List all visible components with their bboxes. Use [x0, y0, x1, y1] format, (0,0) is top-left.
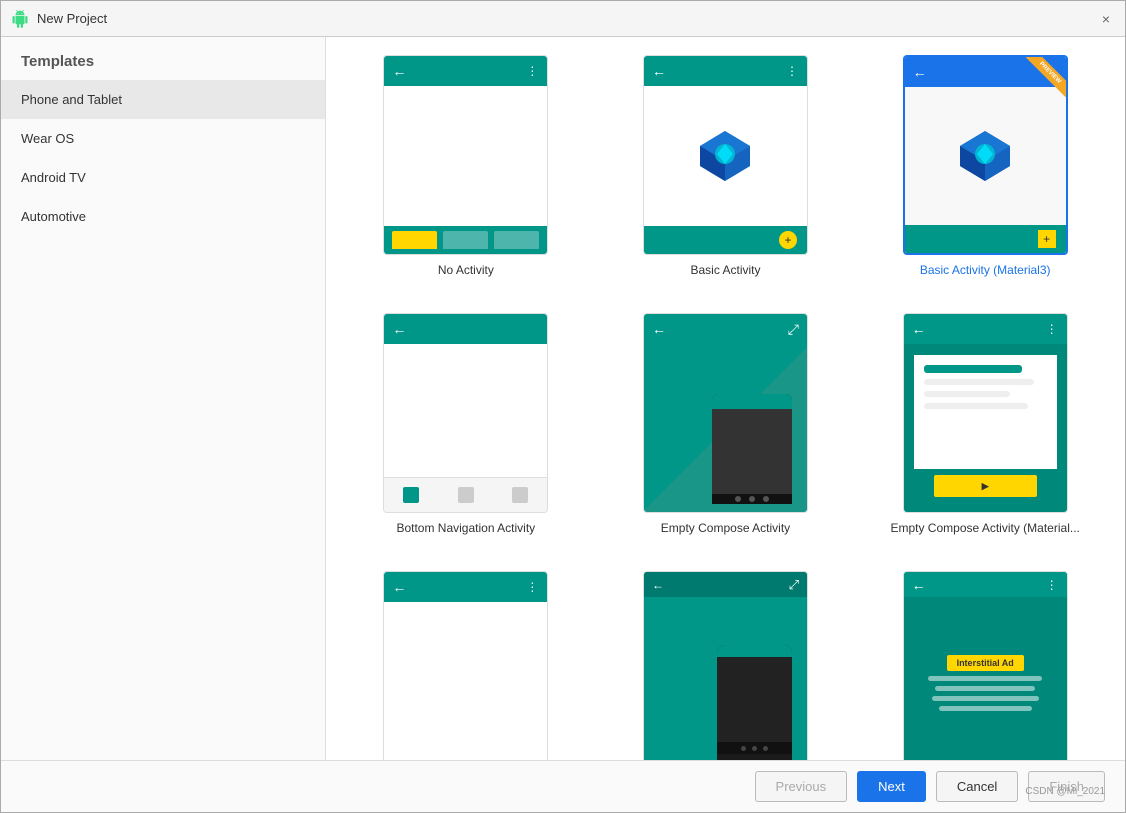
- menu-dots-icon: ⋮: [786, 64, 799, 78]
- card-label-empty-compose: Empty Compose Activity: [661, 521, 790, 535]
- back-arrow-icon: ←: [912, 577, 926, 593]
- inactive-tab2: [494, 231, 539, 249]
- back-arrow-icon: ←: [652, 578, 664, 592]
- bottom-nav-bar: [384, 477, 547, 512]
- title-bar-left: New Project: [11, 10, 107, 28]
- sidebar-item-wear-os[interactable]: Wear OS: [1, 119, 325, 158]
- nav-icon1: [403, 487, 419, 503]
- card-image-basic-activity: ← ⋮: [643, 55, 808, 255]
- card-label-basic-activity: Basic Activity: [690, 263, 760, 277]
- back-arrow-icon: ←: [392, 321, 406, 337]
- card-image-fullscreen: ← ⤢: [643, 571, 808, 760]
- card-label-basic-material3: Basic Activity (Material3): [920, 263, 1051, 277]
- sidebar-item-phone-tablet[interactable]: Phone and Tablet: [1, 80, 325, 119]
- expand-icon: ⤢: [788, 321, 799, 338]
- sidebar-item-automotive[interactable]: Automotive: [1, 197, 325, 236]
- inactive-tab: [443, 231, 488, 249]
- sidebar-header: Templates: [1, 37, 325, 80]
- menu-dots-icon: ⋮: [1046, 578, 1059, 592]
- basic-activity-icon: [695, 126, 755, 186]
- card-image-basic-material3: ←: [903, 55, 1068, 255]
- template-card-basic-activity[interactable]: ← ⋮: [606, 47, 846, 285]
- sidebar-item-android-tv[interactable]: Android TV: [1, 158, 325, 197]
- nav-icon3: [512, 487, 528, 503]
- template-card-no-activity[interactable]: ← ⋮ No Activity: [346, 47, 586, 285]
- template-card-empty-compose[interactable]: ← ⤢: [606, 305, 846, 543]
- title-bar: New Project ×: [1, 1, 1125, 37]
- template-grid: ← ⋮ No Activity: [326, 37, 1125, 760]
- back-arrow-icon: ←: [912, 321, 926, 337]
- template-card-empty-activity[interactable]: ← ⋮ Empty Activity: [346, 563, 586, 760]
- android-icon: [11, 10, 29, 28]
- template-card-admob[interactable]: ← ⋮ Interstitial Ad: [865, 563, 1105, 760]
- template-card-bottom-navigation[interactable]: ← Bottom Navigation Activity: [346, 305, 586, 543]
- template-card-empty-compose-material[interactable]: ← ⋮ ▶: [865, 305, 1105, 543]
- interstitial-ad-badge: Interstitial Ad: [947, 655, 1024, 671]
- card-label-empty-compose-material: Empty Compose Activity (Material...: [890, 521, 1079, 535]
- template-card-basic-material3[interactable]: ←: [865, 47, 1105, 285]
- card-image-bottom-navigation: ←: [383, 313, 548, 513]
- nav-icon2: [458, 487, 474, 503]
- back-arrow-icon: ←: [392, 63, 406, 79]
- expand-corners-icon: ⤢: [789, 577, 799, 593]
- new-project-window: New Project × Templates Phone and Tablet…: [0, 0, 1126, 813]
- menu-dots-icon: ⋮: [1046, 322, 1059, 336]
- back-arrow-icon: ←: [913, 64, 927, 80]
- active-tab: [392, 231, 437, 249]
- window-title: New Project: [37, 11, 107, 26]
- cancel-button[interactable]: Cancel: [936, 771, 1018, 802]
- phone-mockup-inner: [717, 645, 792, 760]
- footer: Previous Next Cancel Finish: [1, 760, 1125, 812]
- phone-shape: [712, 394, 792, 504]
- back-arrow-icon: ←: [652, 321, 666, 337]
- close-button[interactable]: ×: [1097, 10, 1115, 28]
- menu-dots-icon: ⋮: [526, 580, 539, 594]
- main-content: Templates Phone and Tablet Wear OS Andro…: [1, 37, 1125, 760]
- preview-ribbon: PREVIEW: [1011, 57, 1066, 112]
- card-image-admob: ← ⋮ Interstitial Ad: [903, 571, 1068, 760]
- footer-wrapper: Previous Next Cancel Finish CSDN @Mi_202…: [1, 760, 1125, 812]
- card-image-empty-activity: ← ⋮: [383, 571, 548, 760]
- sidebar: Templates Phone and Tablet Wear OS Andro…: [1, 37, 326, 760]
- preview-badge: PREVIEW: [1026, 57, 1066, 97]
- menu-dots-icon: ⋮: [526, 64, 539, 78]
- material3-icon: [955, 126, 1015, 186]
- watermark: CSDN @Mi_2021: [1025, 786, 1105, 797]
- previous-button[interactable]: Previous: [755, 771, 848, 802]
- card-image-no-activity: ← ⋮: [383, 55, 548, 255]
- back-arrow-icon: ←: [392, 579, 406, 595]
- content-area: ← ⋮ No Activity: [326, 37, 1125, 760]
- card-label-no-activity: No Activity: [438, 263, 494, 277]
- card-image-empty-compose-material: ← ⋮ ▶: [903, 313, 1068, 513]
- card-label-bottom-navigation: Bottom Navigation Activity: [396, 521, 535, 535]
- card-image-empty-compose: ← ⤢: [643, 313, 808, 513]
- next-button[interactable]: Next: [857, 771, 926, 802]
- template-card-fullscreen[interactable]: ← ⤢: [606, 563, 846, 760]
- back-arrow-icon: ←: [652, 63, 666, 79]
- admob-button: ▶: [982, 481, 989, 492]
